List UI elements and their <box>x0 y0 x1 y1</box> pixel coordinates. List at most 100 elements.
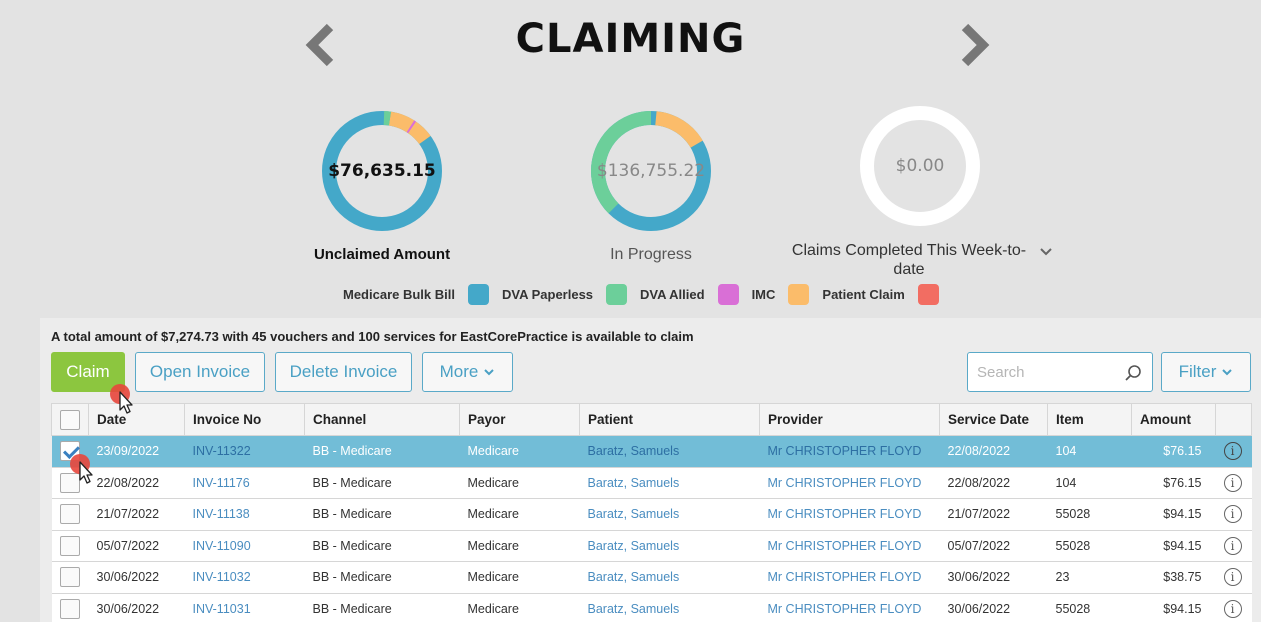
cell-amount: $76.15 <box>1131 435 1216 468</box>
cell-date: 30/06/2022 <box>88 561 185 594</box>
row-checkbox-cell[interactable] <box>51 561 89 594</box>
cell-service-date: 30/06/2022 <box>939 593 1048 622</box>
cell-provider-link[interactable]: Mr CHRISTOPHER FLOYD <box>759 593 940 622</box>
table-header-row: Date Invoice No Channel Payor Patient Pr… <box>51 403 1252 436</box>
cell-invoice-link[interactable]: INV-11138 <box>184 498 305 531</box>
cell-info[interactable]: i <box>1215 530 1252 562</box>
legend-label: Patient Claim <box>822 286 905 302</box>
legend-item-dva-paperless: DVA Paperless <box>502 283 628 305</box>
cell-provider-link[interactable]: Mr CHRISTOPHER FLOYD <box>759 530 940 562</box>
cell-item: 104 <box>1047 435 1132 468</box>
legend-swatch <box>606 283 628 305</box>
filter-label: Filter <box>1178 362 1217 381</box>
cell-invoice-link[interactable]: INV-11031 <box>184 593 305 622</box>
chevron-down-icon <box>1222 369 1233 376</box>
cell-channel: BB - Medicare <box>304 593 460 622</box>
row-checkbox[interactable] <box>59 504 80 525</box>
cell-patient-link[interactable]: Baratz, Samuels <box>579 530 760 562</box>
cell-channel: BB - Medicare <box>304 467 460 499</box>
row-checkbox[interactable] <box>59 598 80 619</box>
info-icon[interactable]: i <box>1223 568 1242 587</box>
column-header-channel[interactable]: Channel <box>304 403 460 436</box>
search-icon[interactable] <box>1124 364 1142 382</box>
cell-payor: Medicare <box>459 593 580 622</box>
column-header-date[interactable]: Date <box>88 403 185 436</box>
table-row[interactable]: 21/07/2022 INV-11138 BB - Medicare Medic… <box>51 498 1252 531</box>
column-header-patient[interactable]: Patient <box>579 403 760 436</box>
cell-invoice-link[interactable]: INV-11090 <box>184 530 305 562</box>
cell-patient-link[interactable]: Baratz, Samuels <box>579 561 760 594</box>
column-header-service-date[interactable]: Service Date <box>939 403 1048 436</box>
row-checkbox-cell[interactable] <box>51 593 89 622</box>
legend-label: Medicare Bulk Bill <box>343 286 455 302</box>
table-row[interactable]: 30/06/2022 INV-11032 BB - Medicare Medic… <box>51 561 1252 594</box>
table-row[interactable]: 30/06/2022 INV-11031 BB - Medicare Medic… <box>51 593 1252 622</box>
cell-patient-link[interactable]: Baratz, Samuels <box>579 467 760 499</box>
filter-dropdown-button[interactable]: Filter <box>1161 352 1251 392</box>
cell-patient-link[interactable]: Baratz, Samuels <box>579 593 760 622</box>
cell-patient-link[interactable]: Baratz, Samuels <box>579 435 760 468</box>
select-all-checkbox[interactable] <box>60 409 80 430</box>
cell-item: 55028 <box>1047 498 1132 531</box>
table-row[interactable]: 05/07/2022 INV-11090 BB - Medicare Medic… <box>51 530 1252 562</box>
cell-provider-link[interactable]: Mr CHRISTOPHER FLOYD <box>759 561 940 594</box>
cell-date: 05/07/2022 <box>88 530 185 562</box>
row-checkbox[interactable] <box>59 567 80 588</box>
claim-button[interactable]: Claim <box>51 352 125 392</box>
unclaimed-donut-chart[interactable]: $76,635.15 <box>320 109 444 233</box>
cell-service-date: 22/08/2022 <box>939 435 1048 468</box>
cell-info[interactable]: i <box>1215 467 1252 499</box>
cell-payor: Medicare <box>459 561 580 594</box>
column-header-item[interactable]: Item <box>1047 403 1132 436</box>
cell-invoice-link[interactable]: INV-11032 <box>184 561 305 594</box>
row-checkbox-cell[interactable] <box>51 435 89 468</box>
row-checkbox[interactable] <box>59 535 80 556</box>
completed-donut-chart[interactable]: $0.00 <box>858 104 982 228</box>
column-header-info <box>1215 403 1252 436</box>
cell-item: 55028 <box>1047 530 1132 562</box>
cell-amount: $94.15 <box>1131 593 1216 622</box>
in-progress-donut-chart[interactable]: $136,755.22 <box>589 109 713 233</box>
cell-provider-link[interactable]: Mr CHRISTOPHER FLOYD <box>759 467 940 499</box>
info-icon[interactable]: i <box>1223 536 1242 555</box>
delete-invoice-button[interactable]: Delete Invoice <box>275 352 412 392</box>
search-box[interactable] <box>967 352 1153 392</box>
column-header-provider[interactable]: Provider <box>759 403 940 436</box>
cell-item: 55028 <box>1047 593 1132 622</box>
info-icon[interactable]: i <box>1223 473 1242 492</box>
info-icon[interactable]: i <box>1223 599 1242 618</box>
more-label: More <box>439 362 479 381</box>
cell-payor: Medicare <box>459 467 580 499</box>
select-all-cell[interactable] <box>51 403 89 436</box>
search-input[interactable] <box>968 353 1118 391</box>
column-header-payor[interactable]: Payor <box>459 403 580 436</box>
legend-label: IMC <box>751 286 776 302</box>
legend-item-imc: IMC <box>751 283 810 305</box>
open-invoice-button[interactable]: Open Invoice <box>135 352 265 392</box>
info-icon[interactable]: i <box>1223 505 1242 524</box>
chevron-down-icon[interactable] <box>1038 244 1054 260</box>
cell-info[interactable]: i <box>1215 593 1252 622</box>
cell-info[interactable]: i <box>1215 435 1252 468</box>
cell-service-date: 30/06/2022 <box>939 561 1048 594</box>
info-icon[interactable]: i <box>1223 442 1242 461</box>
row-checkbox-cell[interactable] <box>51 467 89 499</box>
legend-item-medicare-bulk-bill: Medicare Bulk Bill <box>343 283 489 305</box>
column-header-invoice-no[interactable]: Invoice No <box>184 403 305 436</box>
more-dropdown-button[interactable]: More <box>422 352 513 392</box>
row-checkbox[interactable] <box>59 472 80 493</box>
cell-patient-link[interactable]: Baratz, Samuels <box>579 498 760 531</box>
row-checkbox[interactable] <box>59 441 80 462</box>
next-arrow-icon[interactable] <box>955 22 995 68</box>
cell-info[interactable]: i <box>1215 561 1252 594</box>
table-row[interactable]: 22/08/2022 INV-11176 BB - Medicare Medic… <box>51 467 1252 499</box>
table-row[interactable]: 23/09/2022 INV-11322 BB - Medicare Medic… <box>51 435 1252 468</box>
cell-invoice-link[interactable]: INV-11322 <box>184 435 305 468</box>
column-header-amount[interactable]: Amount <box>1131 403 1216 436</box>
cell-provider-link[interactable]: Mr CHRISTOPHER FLOYD <box>759 435 940 468</box>
cell-invoice-link[interactable]: INV-11176 <box>184 467 305 499</box>
cell-info[interactable]: i <box>1215 498 1252 531</box>
row-checkbox-cell[interactable] <box>51 498 89 531</box>
row-checkbox-cell[interactable] <box>51 530 89 562</box>
cell-provider-link[interactable]: Mr CHRISTOPHER FLOYD <box>759 498 940 531</box>
